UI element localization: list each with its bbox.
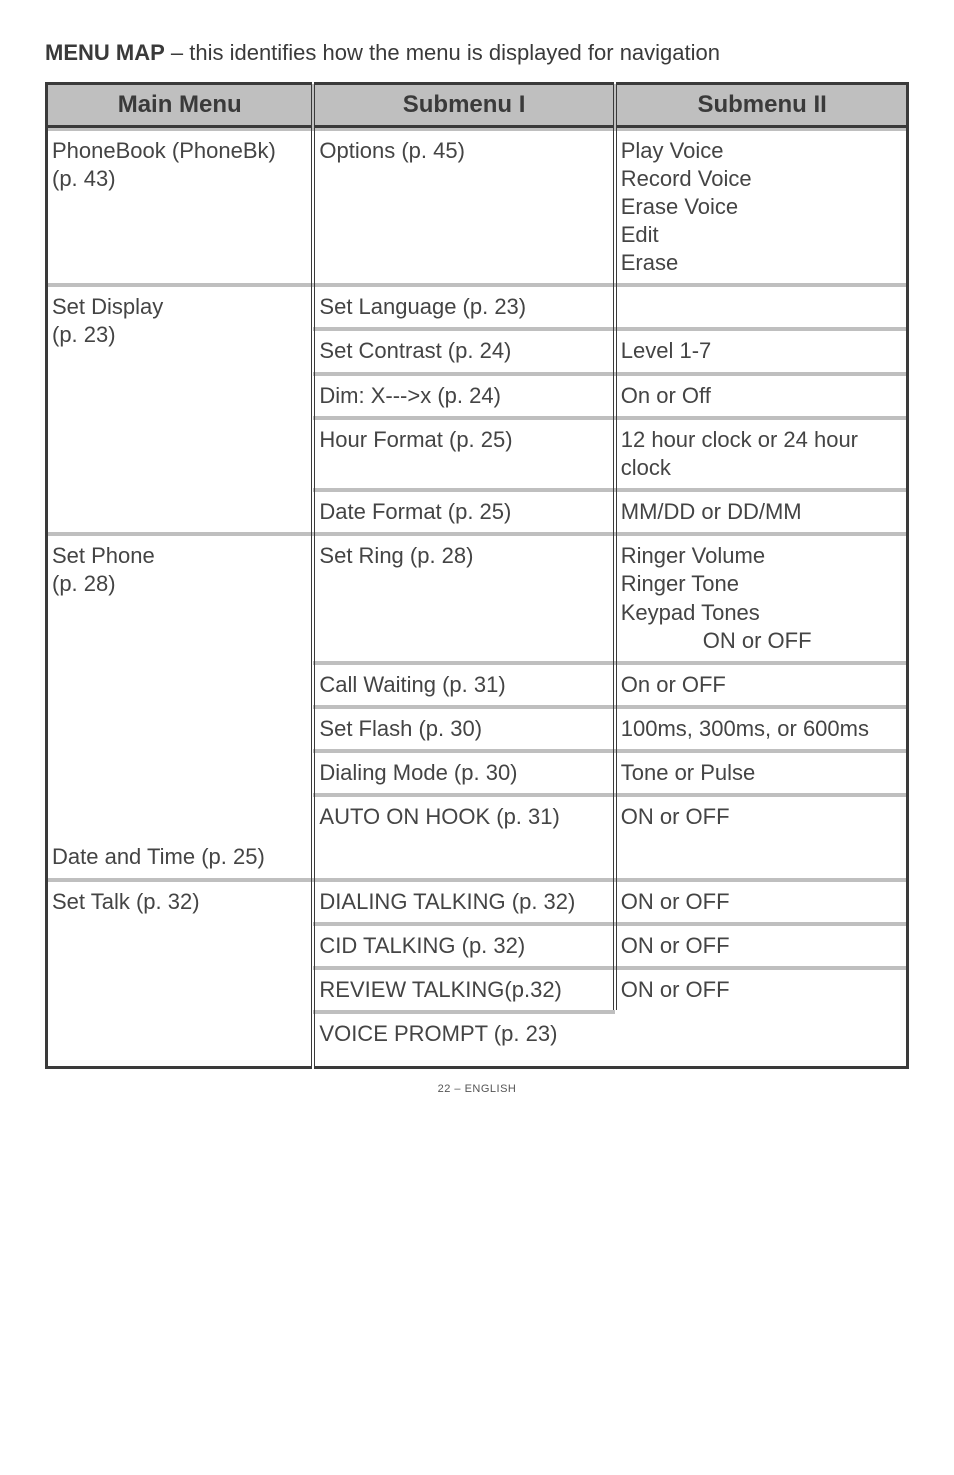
set-display-main: Set Display(p. 23) [47, 287, 314, 532]
cid-talking-sub2: ON or OFF [615, 926, 908, 966]
set-talk-main: Set Talk (p. 32) [47, 882, 314, 1068]
set-ring: Set Ring (p. 28) [313, 536, 614, 661]
phonebook-options: Options (p. 45) [313, 131, 614, 284]
phonebook-sub2: Play VoiceRecord VoiceErase VoiceEditEra… [615, 131, 908, 284]
dialing-mode-sub2: Tone or Pulse [615, 753, 908, 793]
page-title: MENU MAP – this identifies how the menu … [45, 40, 909, 66]
auto-on-hook: AUTO ON HOOK (p. 31) [313, 797, 614, 837]
level-1-7: Level 1-7 [615, 331, 908, 371]
date-format-sub2: MM/DD or DD/MM [615, 492, 908, 532]
set-ring-sub2a: Ringer VolumeRinger ToneKeypad Tones [621, 543, 765, 624]
page-footer: 22 – ENGLISH [45, 1083, 909, 1095]
dim: Dim: X--->x (p. 24) [313, 376, 614, 416]
dialing-mode: Dialing Mode (p. 30) [313, 753, 614, 793]
set-language: Set Language (p. 23) [313, 287, 614, 327]
set-flash: Set Flash (p. 30) [313, 709, 614, 749]
header-submenu-1: Submenu I [313, 84, 614, 127]
dialing-talking: DIALING TALKING (p. 32) [313, 882, 614, 922]
phonebook-main: PhoneBook (PhoneBk) (p. 43) [47, 131, 314, 284]
call-waiting: Call Waiting (p. 31) [313, 665, 614, 705]
set-ring-sub2: Ringer VolumeRinger ToneKeypad Tones ON … [615, 536, 908, 661]
title-bold: MENU MAP [45, 40, 165, 65]
set-phone-main: Set Phone(p. 28) [47, 536, 314, 837]
auto-on-hook-sub2: ON or OFF [615, 797, 908, 837]
dialing-talking-sub2: ON or OFF [615, 882, 908, 922]
header-submenu-2: Submenu II [615, 84, 908, 127]
set-flash-sub2: 100ms, 300ms, or 600ms [615, 709, 908, 749]
set-language-sub2 [615, 287, 908, 327]
cid-talking: CID TALKING (p. 32) [313, 926, 614, 966]
title-rest: – this identifies how the menu is displa… [165, 40, 720, 65]
review-talking-sub2: ON or OFF [615, 970, 908, 1068]
header-main-menu: Main Menu [47, 84, 314, 127]
hour-format-sub2: 12 hour clock or 24 hour clock [615, 420, 908, 488]
voice-prompt: VOICE PROMPT (p. 23) [313, 1014, 614, 1054]
set-contrast: Set Contrast (p. 24) [313, 331, 614, 371]
review-talking: REVIEW TALKING(p.32) [313, 970, 614, 1010]
menu-map-table: Main Menu Submenu I Submenu II PhoneBook… [45, 82, 909, 1069]
call-waiting-sub2: On or OFF [615, 665, 908, 705]
dim-onoff: On or Off [615, 376, 908, 416]
date-and-time: Date and Time (p. 25) [47, 837, 314, 877]
hour-format: Hour Format (p. 25) [313, 420, 614, 488]
set-ring-sub2b: ON or OFF [621, 627, 900, 655]
date-format: Date Format (p. 25) [313, 492, 614, 532]
